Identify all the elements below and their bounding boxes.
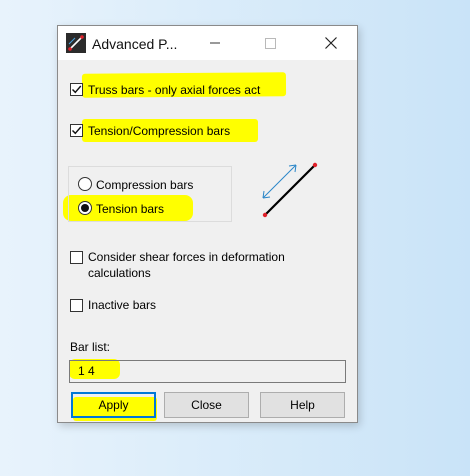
minimize-icon: [210, 42, 220, 44]
maximize-icon: [264, 37, 276, 49]
shear-forces-checkbox[interactable]: [70, 251, 83, 264]
radio-selected-dot: [81, 204, 89, 212]
inactive-bars-label[interactable]: Inactive bars: [88, 298, 156, 312]
tension-bars-radio[interactable]: [78, 201, 92, 215]
bar-list-label: Bar list:: [70, 340, 111, 354]
shear-forces-label-line1[interactable]: Consider shear forces in deformation: [88, 250, 285, 264]
tension-compression-label[interactable]: Tension/Compression bars: [88, 124, 230, 138]
compression-bars-radio[interactable]: [78, 177, 92, 191]
tension-bars-label[interactable]: Tension bars: [96, 202, 164, 216]
window-title: Advanced P...: [92, 36, 178, 52]
advanced-properties-dialog: Advanced P... Truss bars - only axial fo…: [57, 25, 358, 423]
truss-bars-checkbox[interactable]: [70, 83, 83, 96]
close-button[interactable]: Close: [164, 392, 249, 418]
close-icon: [325, 37, 337, 49]
truss-bars-label[interactable]: Truss bars - only axial forces act: [88, 83, 260, 97]
inactive-bars-checkbox[interactable]: [70, 299, 83, 312]
help-button[interactable]: Help: [260, 392, 345, 418]
title-bar[interactable]: Advanced P...: [58, 26, 357, 60]
shear-forces-label-line2[interactable]: calculations: [88, 266, 151, 280]
close-window-button[interactable]: [311, 26, 351, 60]
apply-button[interactable]: Apply: [71, 392, 156, 418]
truss-bar-app-icon: [66, 33, 86, 53]
maximize-button[interactable]: [250, 26, 290, 60]
minimize-button[interactable]: [195, 26, 235, 60]
tension-compression-checkbox[interactable]: [70, 124, 83, 137]
compression-bars-label[interactable]: Compression bars: [96, 178, 193, 192]
checkmark-icon: [72, 126, 82, 135]
checkmark-icon: [72, 85, 82, 94]
tension-bar-diagram: [262, 162, 318, 218]
bar-list-input[interactable]: 1 4: [69, 360, 346, 383]
